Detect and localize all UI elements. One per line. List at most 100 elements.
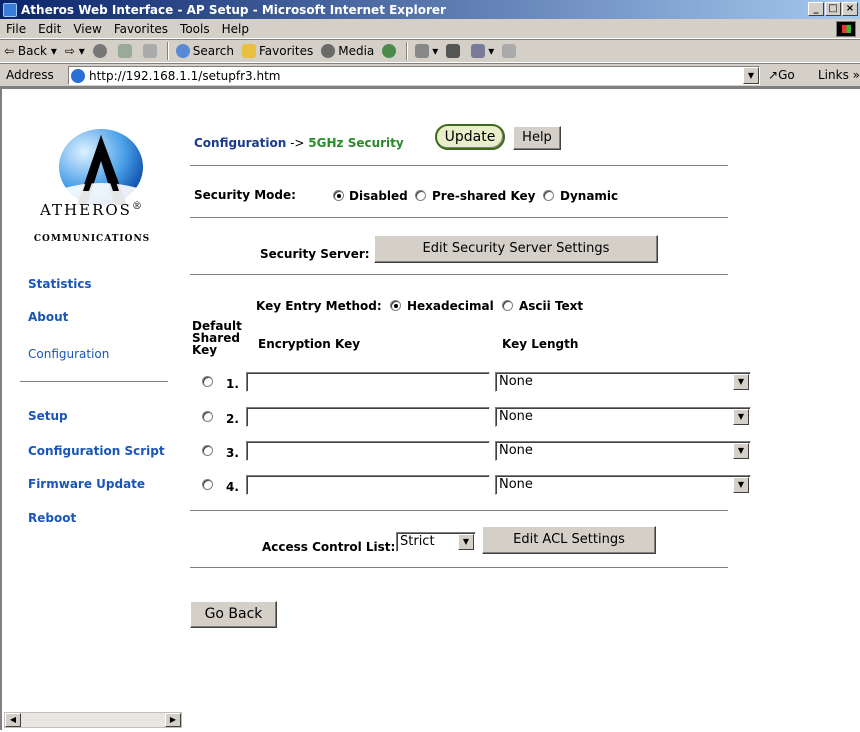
- back-button[interactable]: ⇦ Back ▾: [0, 44, 61, 58]
- minimize-button[interactable]: _: [808, 2, 824, 16]
- key-entry-method-label: Key Entry Method:: [256, 299, 382, 313]
- chevron-down-icon[interactable]: ▼: [733, 443, 749, 459]
- address-input[interactable]: http://192.168.1.1/setupfr3.htm ▼: [68, 66, 760, 85]
- main-frame: Configuration -> 5GHz Security Update He…: [182, 89, 860, 732]
- key-length-2-select[interactable]: None ▼: [495, 407, 751, 427]
- print-button[interactable]: [442, 44, 467, 58]
- address-url: http://192.168.1.1/setupfr3.htm: [89, 68, 281, 83]
- help-button[interactable]: Help: [513, 126, 561, 150]
- security-mode-preshared-label: Pre-shared Key: [432, 189, 536, 203]
- forward-button[interactable]: ⇨ ▾: [61, 44, 89, 58]
- security-mode-disabled-radio[interactable]: [333, 190, 344, 201]
- sidebar-item-configuration[interactable]: Configuration: [28, 347, 109, 361]
- menu-view[interactable]: View: [67, 22, 107, 36]
- search-icon: [175, 44, 190, 58]
- mail-icon: [415, 44, 430, 58]
- media-button[interactable]: Media: [317, 44, 378, 58]
- sidebar-item-about[interactable]: About: [28, 310, 68, 324]
- refresh-button[interactable]: [114, 44, 139, 58]
- sidebar-item-setup[interactable]: Setup: [28, 409, 68, 423]
- address-bar: Address http://192.168.1.1/setupfr3.htm …: [0, 63, 860, 87]
- access-control-list-select[interactable]: Strict ▼: [396, 532, 476, 552]
- address-label: Address: [6, 68, 54, 82]
- chevron-down-icon[interactable]: ▼: [458, 534, 474, 550]
- encryption-key-4-input[interactable]: [246, 475, 490, 495]
- menu-help[interactable]: Help: [216, 22, 255, 36]
- encryption-key-3-input[interactable]: [246, 441, 490, 461]
- divider: [190, 274, 728, 276]
- links-button[interactable]: Links »: [818, 68, 860, 82]
- key-entry-ascii-label: Ascii Text: [519, 299, 584, 313]
- key-row-number: 1.: [226, 377, 239, 391]
- close-button[interactable]: ×: [842, 2, 858, 16]
- scroll-right-button[interactable]: ▶: [165, 713, 181, 727]
- default-key-1-radio[interactable]: [202, 376, 213, 387]
- edit-security-server-button[interactable]: Edit Security Server Settings: [374, 235, 658, 263]
- menu-bar: File Edit View Favorites Tools Help: [0, 19, 860, 39]
- key-length-2-value: None: [499, 409, 533, 424]
- scroll-left-button[interactable]: ◀: [5, 713, 21, 727]
- discuss-button[interactable]: [498, 44, 523, 58]
- key-length-4-select[interactable]: None ▼: [495, 475, 751, 495]
- brand-reg: ®: [131, 201, 144, 212]
- key-length-3-select[interactable]: None ▼: [495, 441, 751, 461]
- favorites-button[interactable]: Favorites: [238, 44, 317, 58]
- key-length-4-value: None: [499, 477, 533, 492]
- menu-tools[interactable]: Tools: [174, 22, 216, 36]
- sidebar-frame: ATHEROS® COMMUNICATIONS Statistics About…: [2, 89, 182, 732]
- sidebar-item-reboot[interactable]: Reboot: [28, 511, 76, 525]
- access-control-list-value: Strict: [400, 534, 435, 549]
- brand-text: ATHEROS: [40, 201, 132, 219]
- sidebar-item-configuration-script[interactable]: Configuration Script: [28, 444, 165, 458]
- go-back-button[interactable]: Go Back: [190, 601, 277, 628]
- chevron-down-icon[interactable]: ▼: [733, 477, 749, 493]
- key-row-number: 3.: [226, 446, 239, 460]
- chevron-down-icon[interactable]: ▼: [733, 409, 749, 425]
- key-length-header: Key Length: [502, 337, 579, 351]
- edit-acl-button[interactable]: Edit ACL Settings: [482, 526, 656, 554]
- menu-edit[interactable]: Edit: [32, 22, 67, 36]
- favorites-label: Favorites: [259, 44, 314, 58]
- key-length-1-select[interactable]: None ▼: [495, 372, 751, 392]
- home-button[interactable]: [139, 44, 164, 58]
- default-key-3-radio[interactable]: [202, 445, 213, 456]
- breadcrumb-arrow: ->: [286, 136, 309, 150]
- access-control-list-label: Access Control List:: [262, 540, 396, 554]
- security-mode-preshared-radio[interactable]: [415, 190, 426, 201]
- encryption-key-2-input[interactable]: [246, 407, 490, 427]
- mail-button[interactable]: ▾: [411, 44, 442, 58]
- sidebar-item-statistics[interactable]: Statistics: [28, 277, 92, 291]
- default-key-2-radio[interactable]: [202, 411, 213, 422]
- edit-button[interactable]: ▾: [467, 44, 498, 58]
- sidebar-item-firmware-update[interactable]: Firmware Update: [28, 477, 145, 491]
- security-mode-label: Security Mode:: [194, 188, 296, 202]
- toolbar-separator: [406, 42, 409, 60]
- ie-icon: [3, 2, 17, 17]
- address-dropdown-button[interactable]: ▼: [743, 67, 759, 84]
- menu-favorites[interactable]: Favorites: [108, 22, 174, 36]
- menu-file[interactable]: File: [0, 22, 32, 36]
- divider: [190, 165, 728, 167]
- history-icon: [382, 44, 397, 58]
- update-button[interactable]: Update: [435, 124, 505, 150]
- search-button[interactable]: Search: [172, 44, 238, 58]
- search-label: Search: [192, 44, 234, 58]
- stop-button[interactable]: [89, 44, 114, 58]
- key-row-number: 2.: [226, 412, 239, 426]
- default-shared-key-header: Default Shared Key: [192, 319, 242, 357]
- maximize-button[interactable]: □: [825, 2, 841, 16]
- sidebar-horizontal-scrollbar[interactable]: ◀ ▶: [4, 712, 182, 728]
- encryption-key-1-input[interactable]: [246, 372, 490, 392]
- window-title: Atheros Web Interface - AP Setup - Micro…: [21, 2, 446, 17]
- divider: [190, 510, 728, 512]
- key-entry-hex-radio[interactable]: [390, 300, 401, 311]
- favorites-icon: [242, 44, 256, 58]
- key-entry-ascii-radio[interactable]: [502, 300, 513, 311]
- security-mode-dynamic-radio[interactable]: [543, 190, 554, 201]
- chevron-down-icon[interactable]: ▼: [733, 374, 749, 390]
- history-button[interactable]: [378, 44, 403, 58]
- go-button[interactable]: ↗Go: [768, 68, 795, 82]
- page-icon: [71, 68, 85, 83]
- default-key-4-radio[interactable]: [202, 479, 213, 490]
- divider: [190, 217, 728, 219]
